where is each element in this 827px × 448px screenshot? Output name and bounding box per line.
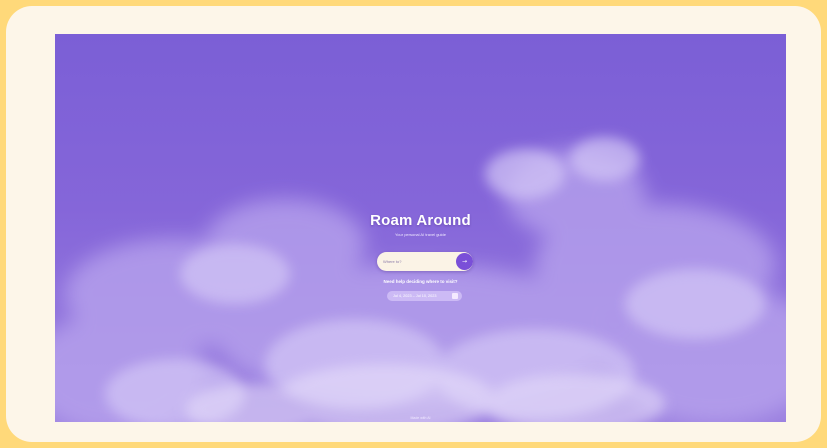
date-range-label: Jul 4, 2023 – Jul 10, 2023 (393, 294, 437, 298)
date-range-picker[interactable]: Jul 4, 2023 – Jul 10, 2023 (387, 291, 462, 301)
hero: Roam Around Your personal AI travel guid… (55, 34, 786, 422)
search-submit-button[interactable]: → (456, 253, 473, 270)
app-subtitle: Your personal AI travel guide (395, 232, 446, 237)
calendar-icon (452, 293, 458, 299)
app-title: Roam Around (370, 212, 471, 229)
search-bar: → (377, 252, 473, 271)
help-deciding-link[interactable]: Need help deciding where to visit? (55, 279, 786, 284)
app-screen: Roam Around Your personal AI travel guid… (55, 34, 786, 422)
destination-input[interactable] (383, 256, 451, 267)
footer-text: Made with AI (410, 416, 431, 420)
arrow-right-icon: → (461, 258, 468, 265)
outer-frame: Roam Around Your personal AI travel guid… (0, 0, 827, 448)
